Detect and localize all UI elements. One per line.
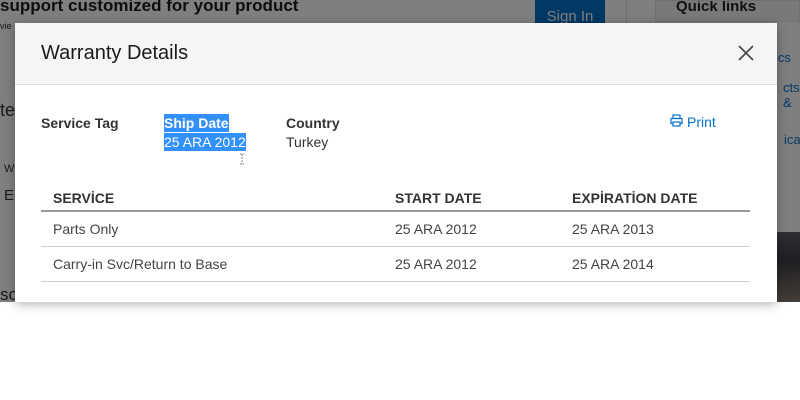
service-tag-label: Service Tag [41,115,119,131]
country-label: Country [286,115,340,131]
country-value: Turkey [286,134,329,150]
ship-date-value: 25 ARA 2012 [164,133,246,151]
print-label: Print [687,114,716,130]
print-button[interactable]: Print [670,114,716,130]
start-date-cell: 25 ARA 2012 [383,211,560,247]
warranty-details-modal: Warranty Details Service Tag Ship Date 2… [15,23,777,302]
start-date-cell: 25 ARA 2012 [383,246,560,282]
printer-icon [670,114,687,130]
column-header-start-date: START DATE [383,185,560,212]
column-header-service: SERVİCE [41,185,383,212]
ship-date-label: Ship Date [164,114,229,132]
modal-title: Warranty Details [41,42,189,64]
ship-date-value-text: 25 ARA 2012 [164,133,246,151]
expiration-date-cell: 25 ARA 2014 [560,246,750,282]
expiration-date-cell: 25 ARA 2013 [560,211,750,247]
column-header-expiration-date: EXPİRATİON DATE [560,185,750,212]
table-row: Parts Only 25 ARA 2012 25 ARA 2013 [41,211,750,247]
table-row: Carry-in Svc/Return to Base 25 ARA 2012 … [41,246,750,282]
service-cell: Carry-in Svc/Return to Base [41,246,383,282]
warranty-table: SERVİCE START DATE EXPİRATİON DATE Parts… [41,185,750,282]
close-icon[interactable] [737,44,755,62]
table-header-row: SERVİCE START DATE EXPİRATİON DATE [41,185,750,212]
service-cell: Parts Only [41,211,383,247]
ship-date-label-text: Ship Date [164,114,229,132]
text-cursor-icon [236,152,252,168]
modal-header: Warranty Details [15,23,777,85]
